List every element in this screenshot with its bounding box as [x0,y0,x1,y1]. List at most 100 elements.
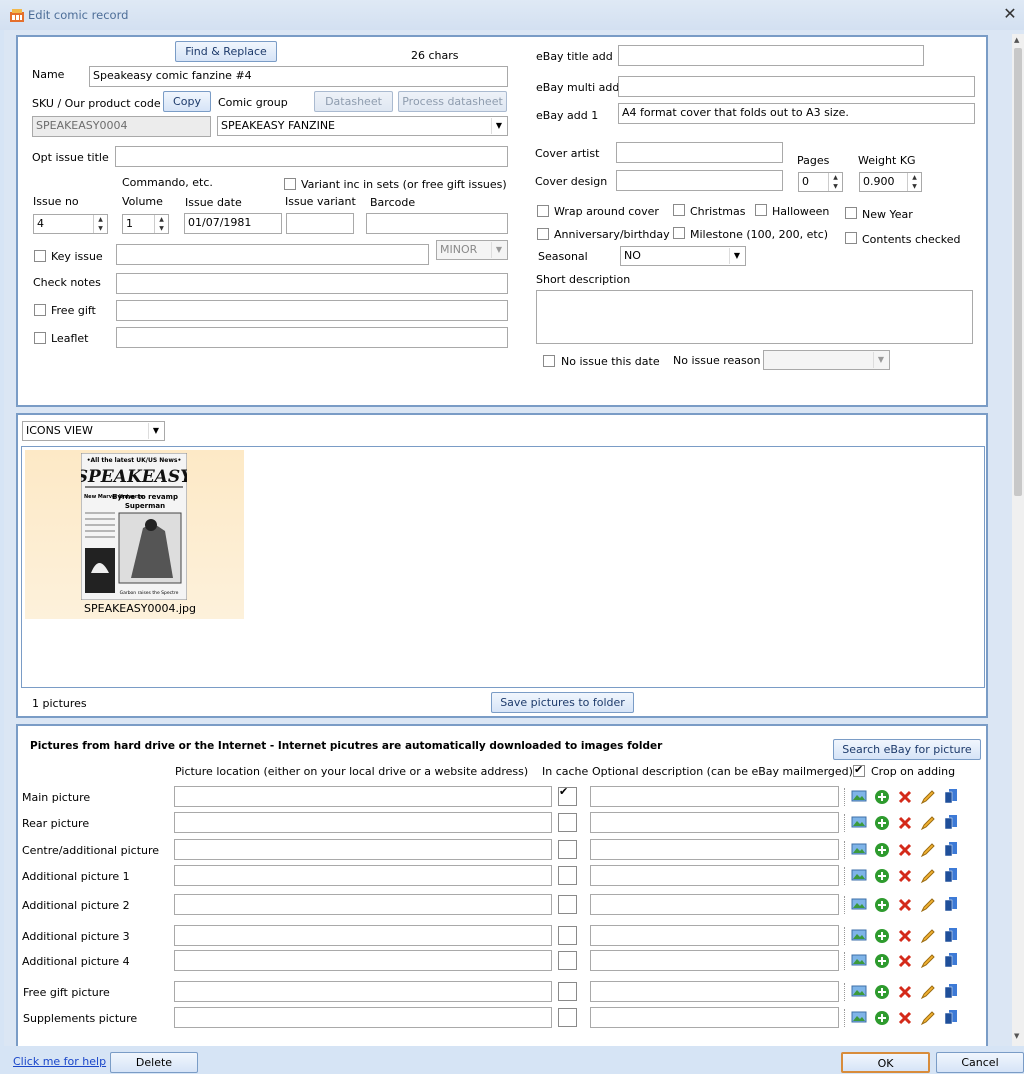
copy-files-icon[interactable] [943,814,959,830]
free-gift-field[interactable] [116,300,508,321]
copy-files-icon[interactable] [943,927,959,943]
delete-icon[interactable] [897,984,913,1000]
delete-icon[interactable] [897,1010,913,1026]
image-icon[interactable] [851,814,867,830]
picture-location-field[interactable] [174,786,552,807]
chevron-down-icon[interactable]: ▼ [873,352,888,368]
edit-pencil-icon[interactable] [920,842,936,858]
image-icon[interactable] [851,1009,867,1025]
add-icon[interactable] [874,815,890,831]
copy-files-icon[interactable] [943,1009,959,1025]
picture-location-field[interactable] [174,1007,552,1028]
icons-area[interactable]: •All the latest UK/US News• SPEAKEASY By… [21,446,985,688]
edit-pencil-icon[interactable] [920,789,936,805]
image-icon[interactable] [851,952,867,968]
scroll-down-icon[interactable]: ▼ [1014,1032,1019,1040]
free-gift-checkbox[interactable] [34,304,46,316]
chevron-down-icon[interactable]: ▼ [729,248,744,264]
thumbnail-tile[interactable]: •All the latest UK/US News• SPEAKEASY By… [25,450,244,619]
in-cache-checkbox[interactable] [558,951,577,970]
edit-pencil-icon[interactable] [920,1010,936,1026]
picture-description-field[interactable] [590,812,839,833]
find-replace-button[interactable]: Find & Replace [175,41,277,62]
add-icon[interactable] [874,1010,890,1026]
weight-stepper[interactable]: 0.900 ▲ ▼ [859,172,922,192]
edit-pencil-icon[interactable] [920,897,936,913]
image-icon[interactable] [851,896,867,912]
milestone-checkbox[interactable] [673,227,685,239]
copy-files-icon[interactable] [943,788,959,804]
save-pictures-button[interactable]: Save pictures to folder [491,692,634,713]
cover-artist-field[interactable] [616,142,783,163]
add-icon[interactable] [874,842,890,858]
crop-on-adding-checkbox[interactable] [853,763,865,777]
copy-files-icon[interactable] [943,867,959,883]
leaflet-field[interactable] [116,327,508,348]
seasonal-select[interactable]: NO ▼ [620,246,746,266]
volume-stepper[interactable]: 1 ▲ ▼ [122,214,169,234]
image-icon[interactable] [851,841,867,857]
in-cache-checkbox[interactable] [558,866,577,885]
picture-description-field[interactable] [590,1007,839,1028]
picture-location-field[interactable] [174,812,552,833]
opt-issue-title-field[interactable] [115,146,508,167]
add-icon[interactable] [874,868,890,884]
picture-location-field[interactable] [174,950,552,971]
picture-description-field[interactable] [590,950,839,971]
spin-arrows-icon[interactable]: ▲ ▼ [828,173,842,191]
add-icon[interactable] [874,789,890,805]
image-icon[interactable] [851,867,867,883]
delete-button[interactable]: Delete [110,1052,198,1073]
anniversary-checkbox[interactable] [537,228,549,240]
spin-arrows-icon[interactable]: ▲ ▼ [907,173,921,191]
issue-no-stepper[interactable]: 4 ▲ ▼ [33,214,108,234]
ebay-add1-field[interactable]: A4 format cover that folds out to A3 siz… [618,103,975,124]
picture-location-field[interactable] [174,894,552,915]
chevron-down-icon[interactable]: ▼ [491,242,506,258]
spin-arrows-icon[interactable]: ▲ ▼ [154,215,168,233]
picture-description-field[interactable] [590,925,839,946]
in-cache-checkbox[interactable] [558,895,577,914]
contents-checked-checkbox[interactable] [845,232,857,244]
picture-location-field[interactable] [174,981,552,1002]
vertical-scrollbar[interactable]: ▲ ▼ [1012,34,1024,1046]
picture-description-field[interactable] [590,786,839,807]
issue-date-field[interactable]: 01/07/1981 [184,213,282,234]
check-notes-field[interactable] [116,273,508,294]
picture-location-field[interactable] [174,865,552,886]
scroll-up-icon[interactable]: ▲ [1014,36,1019,44]
key-issue-field[interactable] [116,244,429,265]
variant-checkbox[interactable] [284,178,296,190]
image-icon[interactable] [851,788,867,804]
picture-location-field[interactable] [174,925,552,946]
edit-pencil-icon[interactable] [920,984,936,1000]
no-issue-reason-select[interactable]: ▼ [763,350,890,370]
picture-description-field[interactable] [590,894,839,915]
no-issue-date-checkbox[interactable] [543,355,555,367]
add-icon[interactable] [874,984,890,1000]
comic-group-select[interactable]: SPEAKEASY FANZINE ▼ [217,116,508,136]
wrap-around-checkbox[interactable] [537,205,549,217]
copy-files-icon[interactable] [943,952,959,968]
view-mode-select[interactable]: ICONS VIEW ▼ [22,421,165,441]
ebay-multi-add-field[interactable] [618,76,975,97]
delete-icon[interactable] [897,897,913,913]
close-icon[interactable]: ✕ [1002,4,1018,23]
image-icon[interactable] [851,927,867,943]
key-issue-checkbox[interactable] [34,250,46,262]
delete-icon[interactable] [897,789,913,805]
new-year-checkbox[interactable] [845,207,857,219]
search-ebay-button[interactable]: Search eBay for picture [833,739,981,760]
copy-files-icon[interactable] [943,841,959,857]
delete-icon[interactable] [897,953,913,969]
picture-description-field[interactable] [590,981,839,1002]
chevron-down-icon[interactable]: ▼ [491,118,506,134]
delete-icon[interactable] [897,815,913,831]
minor-select[interactable]: MINOR ▼ [436,240,508,260]
add-icon[interactable] [874,928,890,944]
chevron-down-icon[interactable]: ▼ [148,423,163,439]
short-description-field[interactable] [536,290,973,344]
in-cache-checkbox[interactable] [558,982,577,1001]
barcode-field[interactable] [366,213,508,234]
christmas-checkbox[interactable] [673,204,685,216]
